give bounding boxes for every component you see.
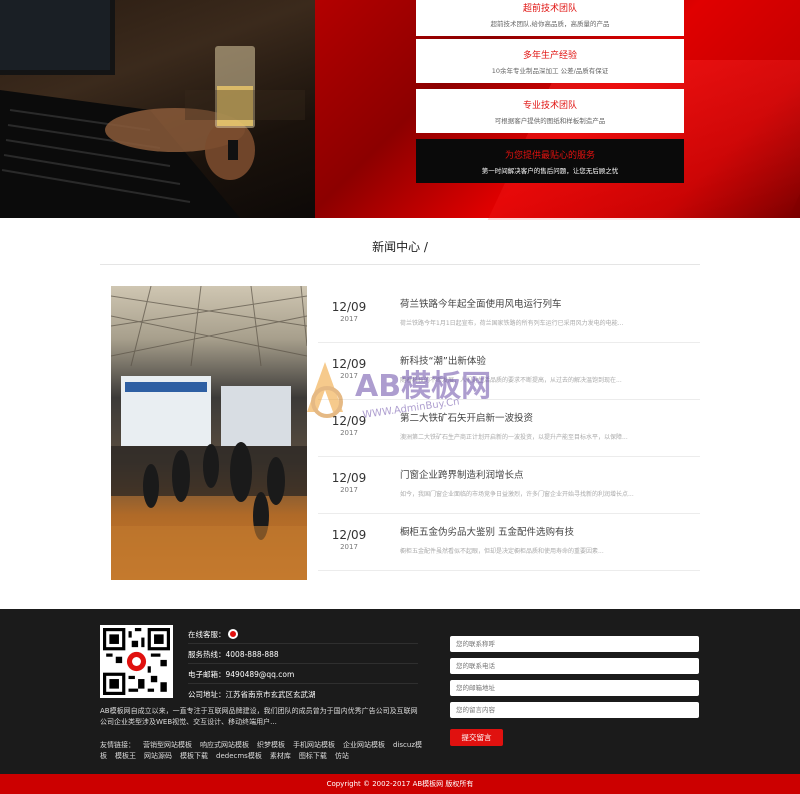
feature-card-active[interactable]: 为您提供最贴心的服务 第一时间解决客户的售后问题，让您无后顾之忧 xyxy=(416,139,684,183)
divider xyxy=(188,683,418,684)
news-year: 2017 xyxy=(340,543,358,551)
news-title[interactable]: 门窗企业跨界制造利润增长点 xyxy=(400,467,524,481)
news-date: 12/09 2017 xyxy=(318,471,380,494)
news-year: 2017 xyxy=(340,315,358,323)
friend-link[interactable]: 仿站 xyxy=(335,752,349,760)
feature-card-title: 超前技术团队 xyxy=(522,4,577,14)
email-field[interactable] xyxy=(450,680,699,696)
friend-links: 友情链接： 营销型网站模板 响应式网站模板 织梦模板 手机网站模板 企业网站模板 discu… xyxy=(100,740,430,762)
friend-link[interactable]: 企业网站模板 xyxy=(343,741,385,749)
news-feature-photo[interactable] xyxy=(111,286,307,580)
friend-link[interactable]: 网站源码 xyxy=(144,752,172,760)
news-year: 2017 xyxy=(340,372,358,380)
news-title[interactable]: 新科技“潮”出新体验 xyxy=(400,353,486,367)
news-title[interactable]: 荷兰铁路今年起全面使用风电运行列车 xyxy=(400,296,562,310)
address: 公司地址：江苏省南京市玄武区玄武湖 xyxy=(188,690,316,699)
feature-card-title: 多年生产经验 xyxy=(522,51,577,61)
friend-link[interactable]: 模板下载 xyxy=(180,752,208,760)
news-list-item[interactable]: 12/09 2017 橱柜五金伪劣品大鉴别 五金配件选购有技 橱柜五金配件虽然看… xyxy=(318,514,700,571)
feature-card[interactable]: 多年生产经验 10余年专业制品深加工 公差/品质有保证 xyxy=(416,39,684,83)
feature-card-desc: 10余年专业制品深加工 公差/品质有保证 xyxy=(491,67,609,75)
hero-banner: 超前技术团队 超前技术团队,给你高品质，高质量的产品 多年生产经验 10余年专业… xyxy=(0,0,800,218)
news-list-item[interactable]: 12/09 2017 荷兰铁路今年起全面使用风电运行列车 荷兰铁路今年1月1日起… xyxy=(318,286,700,343)
about-text: AB模板网自成立以来，一直专注于互联网品牌建设，我们团队的成员曾为于国内优秀广告… xyxy=(100,707,418,726)
news-date: 12/09 2017 xyxy=(318,414,380,437)
service-chat-icon[interactable] xyxy=(227,629,238,639)
message-field[interactable] xyxy=(450,702,699,718)
news-year: 2017 xyxy=(340,429,358,437)
news-date: 12/09 2017 xyxy=(318,300,380,323)
email: 电子邮箱：9490489@qq.com xyxy=(188,670,295,679)
news-desc: 橱柜五金配件虽然看似不起眼，但却是决定橱柜品质和使用寿命的重要因素... xyxy=(400,548,604,555)
submit-message-button[interactable]: 提交留言 xyxy=(450,729,503,746)
qr-code xyxy=(100,625,173,698)
divider xyxy=(188,663,418,664)
copyright-bar: Copyright © 2002-2017 AB模板网 版权所有 xyxy=(0,774,800,794)
news-day: 12/09 xyxy=(331,300,367,314)
news-desc: 澳洲第二大铁矿石生产商正计划开启新的一波投资，以提升产能至目标水平，以保障... xyxy=(400,434,628,441)
online-service-label: 在线客服： xyxy=(188,630,226,639)
news-desc: 如今，我国门窗企业面临的市场竞争日益激烈，许多门窗企业开始寻找新的利润增长点..… xyxy=(400,491,634,498)
news-desc: 随着科技的不断发展，人们对生活品质的要求不断提高，从过去的解决温饱到现在... xyxy=(400,377,622,384)
hero-photo xyxy=(0,0,315,218)
news-title[interactable]: 第二大铁矿石矢开启新一波投资 xyxy=(400,410,533,424)
friend-link[interactable]: 素材库 xyxy=(270,752,291,760)
phone-field[interactable] xyxy=(450,658,699,674)
feature-card[interactable]: 专业技术团队 可根据客户提供的图纸和样板制造产品 xyxy=(416,89,684,133)
news-title[interactable]: 橱柜五金伪劣品大鉴别 五金配件选购有技 xyxy=(400,524,574,538)
news-date: 12/09 2017 xyxy=(318,357,380,380)
friend-link[interactable]: 图标下载 xyxy=(299,752,327,760)
news-day: 12/09 xyxy=(331,471,367,485)
friend-link[interactable]: 手机网站模板 xyxy=(293,741,335,749)
feature-card[interactable]: 超前技术团队 超前技术团队,给你高品质，高质量的产品 xyxy=(416,0,684,36)
friend-links-label: 友情链接： xyxy=(100,741,135,749)
feature-card-title: 专业技术团队 xyxy=(522,101,577,111)
divider xyxy=(188,643,418,644)
footer: 在线客服： 服务热线：4008-888-888 电子邮箱：9490489@qq.… xyxy=(0,609,800,774)
friend-link[interactable]: 响应式网站模板 xyxy=(200,741,249,749)
news-year: 2017 xyxy=(340,486,358,494)
feature-card-desc: 第一时间解决客户的售后问题，让您无后顾之忧 xyxy=(481,167,619,175)
news-day: 12/09 xyxy=(331,414,367,428)
news-list-item[interactable]: 12/09 2017 第二大铁矿石矢开启新一波投资 澳洲第二大铁矿石生产商正计划… xyxy=(318,400,700,457)
news-list-item[interactable]: 12/09 2017 新科技“潮”出新体验 随着科技的不断发展，人们对生活品质的… xyxy=(318,343,700,400)
feature-card-title: 为您提供最贴心的服务 xyxy=(504,151,595,161)
news-day: 12/09 xyxy=(331,528,367,542)
news-day: 12/09 xyxy=(331,357,367,371)
friend-link[interactable]: 营销型网站模板 xyxy=(143,741,192,749)
news-date: 12/09 2017 xyxy=(318,528,380,551)
friend-link[interactable]: 织梦模板 xyxy=(257,741,285,749)
online-service: 在线客服： xyxy=(188,629,238,640)
news-desc: 荷兰铁路今年1月1日起宣布，荷兰国家铁路的所有列车运行已采用风力发电的电能... xyxy=(400,320,624,327)
hotline: 服务热线：4008-888-888 xyxy=(188,650,279,659)
name-field[interactable] xyxy=(450,636,699,652)
hero-photo-illustration xyxy=(0,0,305,218)
feature-card-desc: 可根据客户提供的图纸和样板制造产品 xyxy=(494,117,606,125)
qr-code-icon xyxy=(103,628,170,695)
news-list-item[interactable]: 12/09 2017 门窗企业跨界制造利润增长点 如今，我国门窗企业面临的市场竞… xyxy=(318,457,700,514)
friend-link[interactable]: dedecms模板 xyxy=(216,752,262,760)
divider xyxy=(100,264,700,265)
feature-card-desc: 超前技术团队,给你高品质，高质量的产品 xyxy=(490,20,610,28)
exhibition-hall-illustration xyxy=(111,286,307,580)
news-section-title: 新闻中心 / xyxy=(372,240,428,254)
friend-link[interactable]: 模板王 xyxy=(115,752,136,760)
